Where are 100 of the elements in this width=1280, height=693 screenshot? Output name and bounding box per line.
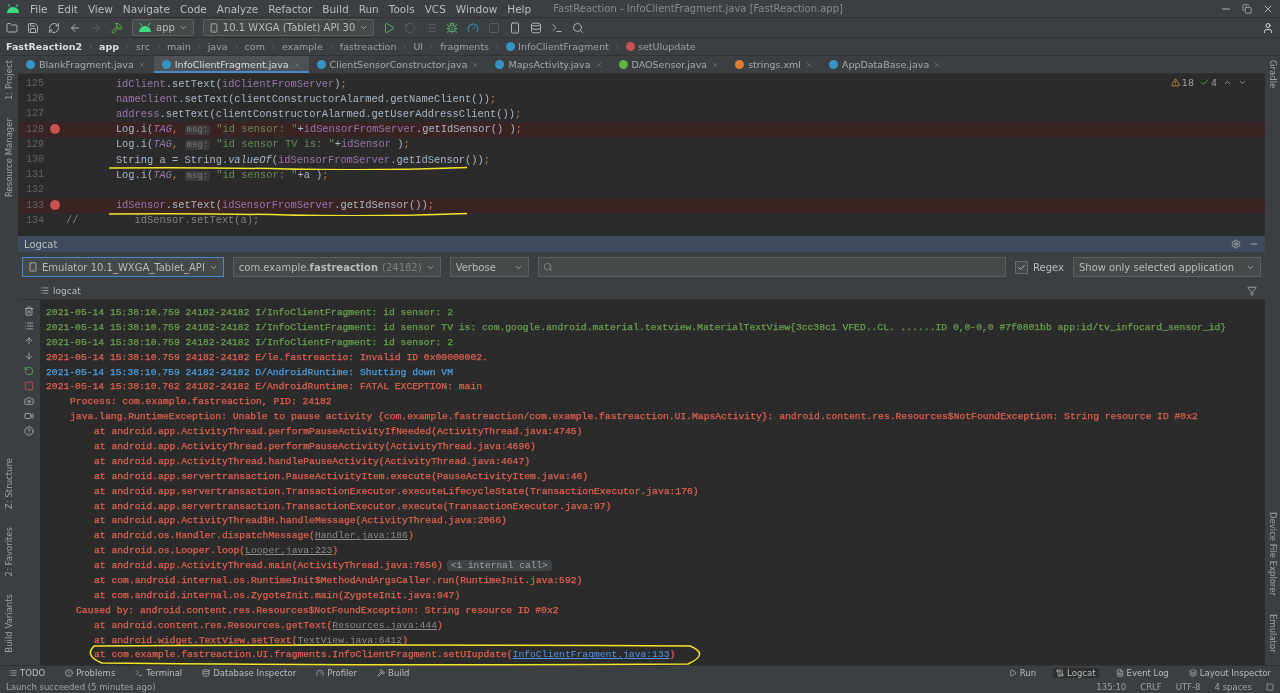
- breadcrumb-item[interactable]: com: [244, 41, 265, 52]
- tool-window-tab[interactable]: 1: Project: [4, 60, 14, 101]
- tool-window-button[interactable]: Problems: [62, 668, 119, 678]
- tool-window-tab[interactable]: Device File Explorer: [1267, 512, 1278, 597]
- tool-window-tab[interactable]: Resource Manager: [4, 118, 14, 197]
- phone-icon[interactable]: [509, 21, 522, 34]
- help-icon[interactable]: [24, 426, 34, 436]
- breadcrumb-item[interactable]: java: [207, 41, 228, 52]
- restart-icon[interactable]: [24, 366, 34, 376]
- file-tab[interactable]: AppDataBase.java: [820, 56, 950, 73]
- menu-item[interactable]: Code: [179, 2, 207, 15]
- debug-icon[interactable]: [446, 21, 459, 34]
- tool-window-tab[interactable]: 2: Favorites: [4, 527, 14, 577]
- tool-window-button[interactable]: Run: [1005, 668, 1040, 678]
- breadcrumb-item[interactable]: main: [166, 41, 191, 52]
- profile-icon[interactable]: [467, 21, 480, 34]
- file-tab[interactable]: DAOSensor.java: [610, 56, 728, 73]
- file-encoding[interactable]: UTF-8: [1175, 681, 1201, 692]
- tool-window-button[interactable]: Build: [374, 668, 413, 678]
- breakpoint-icon[interactable]: [50, 124, 60, 135]
- breadcrumb-item[interactable]: FastReaction2: [6, 41, 83, 52]
- file-tab[interactable]: ClientSensorConstructor.java: [308, 56, 488, 73]
- menu-item[interactable]: View: [87, 2, 113, 15]
- tool-window-button[interactable]: Event Log: [1112, 668, 1172, 678]
- source-link[interactable]: Resources.java:444: [332, 619, 437, 631]
- breadcrumb-item[interactable]: fragments: [440, 41, 490, 52]
- menu-item[interactable]: File: [30, 2, 48, 15]
- source-link[interactable]: TextView.java:6412: [297, 634, 403, 646]
- tool-window-button[interactable]: Terminal: [132, 668, 186, 678]
- restore-icon[interactable]: [1242, 3, 1252, 14]
- filter-dropdown[interactable]: Show only selected application: [1072, 257, 1261, 277]
- video-icon[interactable]: [24, 411, 34, 421]
- line-separator[interactable]: CRLF: [1140, 681, 1162, 692]
- menu-item[interactable]: Analyze: [216, 2, 259, 15]
- tool-window-tab[interactable]: Z: Structure: [4, 458, 14, 509]
- tool-window-button[interactable]: Logcat: [1053, 668, 1099, 678]
- file-tab[interactable]: strings.xml: [727, 56, 821, 73]
- source-link[interactable]: Looper.java:223: [245, 545, 333, 557]
- breadcrumb-item[interactable]: example: [281, 41, 323, 52]
- breadcrumb-item[interactable]: InfoClientFragment: [506, 41, 609, 52]
- breadcrumb-item[interactable]: app: [99, 41, 120, 52]
- menu-item[interactable]: Window: [455, 2, 498, 15]
- log-level-dropdown[interactable]: Verbose: [449, 257, 529, 277]
- list-icon[interactable]: [24, 321, 34, 331]
- menu-item[interactable]: Refactor: [268, 2, 313, 15]
- camera-icon[interactable]: [24, 396, 34, 406]
- tool-window-tab[interactable]: Gradle: [1267, 60, 1278, 89]
- breadcrumb-item[interactable]: setUIupdate: [625, 41, 696, 52]
- search-field[interactable]: [537, 257, 1007, 277]
- run-config-dropdown[interactable]: app: [132, 19, 194, 36]
- menu-item[interactable]: VCS: [424, 2, 446, 15]
- menu-item[interactable]: Build: [322, 2, 349, 15]
- source-link[interactable]: InfoClientFragment.java:133: [512, 649, 670, 661]
- stop-icon[interactable]: [24, 381, 34, 391]
- search-icon[interactable]: [572, 21, 585, 34]
- tool-window-tab[interactable]: Emulator: [1267, 614, 1278, 653]
- back-icon[interactable]: [69, 21, 81, 34]
- device-dropdown[interactable]: 10.1 WXGA (Tablet) API 30: [202, 19, 375, 36]
- database-icon[interactable]: [530, 21, 543, 34]
- menu-item[interactable]: Edit: [57, 2, 78, 15]
- tool-window-button[interactable]: Profiler: [313, 668, 361, 678]
- breakpoint-icon[interactable]: [50, 200, 60, 211]
- settings-icon[interactable]: [1231, 239, 1241, 249]
- cursor-position[interactable]: 135:10: [1096, 681, 1127, 692]
- tool-window-tab[interactable]: Build Variants: [4, 594, 14, 653]
- device-dropdown[interactable]: Emulator 10.1_WXGA_Tablet_API: [22, 257, 224, 277]
- account-icon[interactable]: [1262, 21, 1274, 34]
- down-icon[interactable]: [24, 351, 34, 361]
- log-line: at android.app.ActivityThread.performPauseActivityIfNeeded(ActivityThread.java:4745): [94, 426, 583, 438]
- breadcrumb-item[interactable]: src: [136, 41, 150, 52]
- warning-count[interactable]: 18: [1170, 77, 1194, 88]
- menu-item[interactable]: Help: [507, 2, 532, 15]
- trash-icon[interactable]: [24, 306, 34, 316]
- sync-icon[interactable]: [48, 21, 60, 34]
- indent-setting[interactable]: 4 spaces: [1214, 681, 1252, 692]
- source-link[interactable]: Handler.java:186: [314, 530, 408, 542]
- folder-icon[interactable]: [6, 21, 18, 34]
- tool-window-button[interactable]: TODO: [6, 668, 49, 678]
- tool-window-button[interactable]: Layout Inspector: [1185, 668, 1274, 678]
- up-icon[interactable]: [24, 336, 34, 346]
- regex-checkbox[interactable]: Regex: [1015, 260, 1064, 274]
- menu-item[interactable]: Tools: [388, 2, 415, 15]
- breadcrumb-item[interactable]: fastreaction: [339, 41, 397, 52]
- menu-item[interactable]: Navigate: [122, 2, 170, 15]
- run-icon[interactable]: [383, 21, 396, 34]
- terminal-icon[interactable]: [551, 21, 564, 34]
- breadcrumb-item[interactable]: UI: [413, 41, 424, 52]
- logcat-tab[interactable]: logcat: [40, 285, 81, 296]
- internal-call-badge[interactable]: <1 internal call>: [446, 560, 552, 572]
- log-line: at android.app.ActivityThread.main(ActivityThread.java:7656): [94, 560, 443, 572]
- file-tab[interactable]: InfoClientFragment.java: [153, 56, 309, 73]
- hammer-icon[interactable]: [111, 21, 123, 34]
- save-icon[interactable]: [27, 21, 39, 34]
- tool-window-button[interactable]: Database Inspector: [199, 668, 300, 678]
- menu-item[interactable]: Run: [358, 2, 379, 15]
- process-dropdown[interactable]: com.example.fastreaction (24182): [232, 257, 441, 277]
- check-count[interactable]: 4: [1199, 77, 1217, 88]
- file-tab[interactable]: MapsActivity.java: [487, 56, 611, 73]
- filter-icon[interactable]: [1247, 285, 1257, 296]
- file-tab[interactable]: BlankFragment.java: [18, 56, 154, 73]
